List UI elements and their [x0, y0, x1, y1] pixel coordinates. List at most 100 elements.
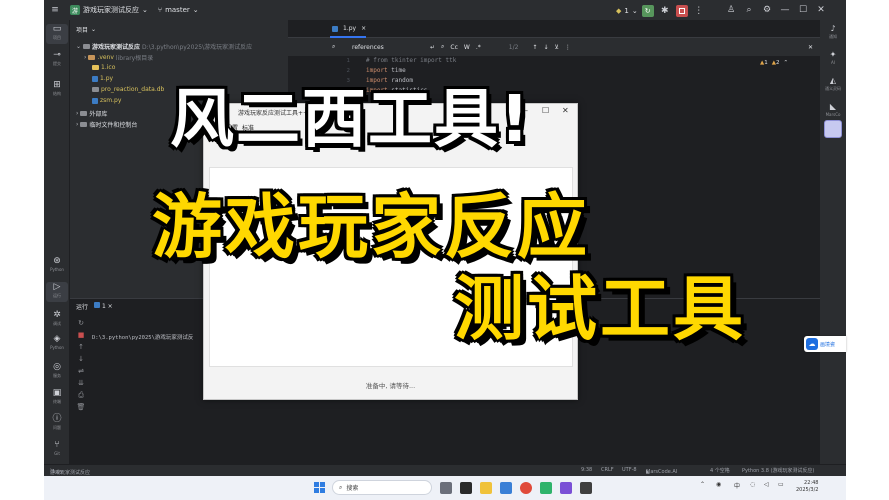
search-icon[interactable]: ⌕	[742, 3, 756, 17]
user-avatar-button[interactable]	[820, 120, 846, 138]
code-text: time	[387, 67, 406, 74]
caret-position[interactable]: 9:38	[581, 467, 592, 473]
folder-icon	[83, 44, 91, 49]
gear-icon[interactable]: ⚙	[760, 3, 774, 17]
tool-project[interactable]: ▭ 项目	[46, 24, 68, 44]
tool-lingma[interactable]: ◭ 通义灵码	[820, 76, 846, 92]
tool-terminal[interactable]: ▣ 终端	[46, 388, 68, 408]
volume-icon[interactable]: ◁	[764, 481, 769, 488]
project-panel-header: 项目 ⌄	[70, 20, 288, 38]
battery-icon[interactable]: ▭	[778, 481, 784, 488]
tool-label: 提交	[53, 61, 61, 66]
wechat-icon[interactable]	[540, 482, 552, 494]
maximize-icon[interactable]: ☐	[542, 106, 549, 115]
debug-icon[interactable]: ✱	[658, 4, 672, 18]
search-placeholder: 搜索	[346, 485, 359, 492]
tree-item-zsm[interactable]: zsm.py	[92, 97, 121, 104]
run-config-select[interactable]: ◆ 1 ⌄	[616, 7, 638, 15]
edge-icon[interactable]	[500, 482, 512, 494]
tray-app-icon[interactable]: ◉	[716, 481, 721, 488]
chrome-icon[interactable]	[520, 482, 532, 494]
run-tab[interactable]: 1 ×	[94, 302, 113, 311]
tree-item-venv[interactable]: › .venv library根目录	[84, 53, 153, 62]
tool-notifications[interactable]: ♪ 通知	[820, 24, 846, 40]
file-encoding[interactable]: UTF-8	[622, 467, 637, 473]
tool-python-packages[interactable]: ◈ Python	[46, 334, 68, 354]
chevron-up-icon[interactable]: ⌃	[700, 481, 705, 488]
pycharm-icon[interactable]	[460, 482, 472, 494]
indent-setting[interactable]: 4 个空格	[710, 467, 730, 474]
trash-icon[interactable]: 🗑	[74, 403, 88, 415]
regex-toggle[interactable]: .*	[476, 44, 481, 51]
overlay-title-line-3: 测试工具	[454, 268, 746, 350]
tree-item-scratches[interactable]: › 临时文件和控制台	[76, 120, 137, 129]
close-icon[interactable]: ×	[361, 25, 366, 32]
rerun-icon[interactable]: ↻	[74, 319, 88, 331]
user-icon[interactable]: ♙	[724, 3, 738, 17]
rerun-button[interactable]: ↻	[641, 5, 654, 17]
tab-1py[interactable]: 1.py	[343, 25, 356, 32]
app-icon[interactable]	[580, 482, 592, 494]
regex-icon[interactable]: ⌕	[441, 43, 444, 51]
tool-structure[interactable]: ⊞ 结构	[46, 80, 68, 100]
python-interpreter[interactable]: Python 3.8 (游戏玩家测试反应)	[742, 467, 814, 474]
wrap-icon[interactable]: ⇌	[74, 367, 88, 379]
print-icon[interactable]: ⎙	[74, 391, 88, 403]
close-icon[interactable]: ✕	[562, 106, 569, 115]
task-view-icon[interactable]	[440, 482, 452, 494]
filter-icon[interactable]: ⊻	[554, 44, 558, 51]
scroll-end-icon[interactable]: ⇊	[74, 379, 88, 391]
project-switcher[interactable]: 游 游戏玩家测试反应 ⌄	[70, 5, 148, 15]
whole-word-toggle[interactable]: W	[464, 44, 470, 51]
inspection-widget[interactable]: ▲1 ▲2 ⌃	[760, 60, 788, 66]
tree-item-root[interactable]: ⌄ 游戏玩家测试反应 D:\3.python\py2025\游戏玩家测试反应	[76, 42, 252, 51]
tool-label: 项目	[53, 35, 61, 40]
more-icon[interactable]: ⋮	[692, 4, 706, 18]
minimize-icon[interactable]: —	[778, 3, 792, 17]
arrow-down-icon[interactable]: ↓	[543, 44, 548, 51]
tree-label: pro_reaction_data.db	[101, 86, 165, 93]
close-icon[interactable]: ✕	[814, 3, 828, 17]
arrow-down-icon[interactable]: ↓	[74, 355, 88, 367]
tree-item-1py[interactable]: 1.py	[92, 75, 113, 82]
hamburger-icon[interactable]: ≡	[48, 3, 62, 17]
library-icon	[80, 111, 88, 116]
dialog-status-text: 准备中, 请等待...	[365, 382, 416, 390]
tree-item-external-libs[interactable]: › 外部库	[76, 109, 107, 118]
tree-item-ico[interactable]: 1.ico	[92, 64, 115, 71]
maximize-icon[interactable]: ☐	[796, 3, 810, 17]
tool-run[interactable]: ▷ 运行	[46, 282, 68, 302]
folder-icon	[88, 55, 96, 60]
clock[interactable]: 22:48 2025/3/2	[796, 480, 818, 494]
file-explorer-icon[interactable]	[480, 482, 492, 494]
newline-icon[interactable]: ↵	[430, 44, 435, 51]
tool-ai[interactable]: ✦ AI	[820, 50, 846, 66]
tool-problems[interactable]: ⓘ 问题	[46, 414, 68, 434]
branch-switcher[interactable]: ⑂ master ⌄	[158, 6, 199, 14]
arrow-up-icon[interactable]: ↑	[532, 44, 537, 51]
windows-start-icon[interactable]	[314, 482, 325, 493]
breadcrumb[interactable]: ▭ 游戏玩家测试反应 › 1.py	[50, 467, 90, 476]
match-case-toggle[interactable]: Cc	[450, 44, 458, 51]
chevron-down-icon[interactable]: ⌄	[91, 26, 96, 33]
tool-python-console[interactable]: ⊛ Python	[46, 256, 68, 276]
taskbar-search[interactable]: ⌕ 搜索	[332, 480, 432, 495]
run-icon: ▷	[53, 282, 61, 292]
tree-item-db[interactable]: pro_reaction_data.db	[92, 86, 164, 93]
tool-git[interactable]: ⑂ Git	[46, 440, 68, 460]
tool-marscode[interactable]: ◣ MarsCo	[820, 102, 846, 118]
network-icon[interactable]: ◌	[750, 481, 755, 488]
input-method[interactable]: 中	[734, 481, 740, 490]
stop-icon[interactable]: ■	[74, 331, 88, 343]
close-icon[interactable]: ✕	[808, 44, 813, 51]
tool-services[interactable]: ◎ 服务	[46, 362, 68, 382]
tool-commit[interactable]: ⊸ 提交	[46, 50, 68, 70]
more-icon[interactable]: ⋮	[565, 44, 571, 51]
search-input[interactable]: references	[352, 44, 424, 51]
tool-debug[interactable]: ✲ 调试	[46, 310, 68, 330]
line-separator[interactable]: CRLF	[601, 467, 614, 473]
floating-side-widget[interactable]: ☁ 画境瓷	[804, 336, 846, 352]
app-icon[interactable]	[560, 482, 572, 494]
stop-button[interactable]	[675, 5, 688, 17]
arrow-up-icon[interactable]: ↑	[74, 343, 88, 355]
